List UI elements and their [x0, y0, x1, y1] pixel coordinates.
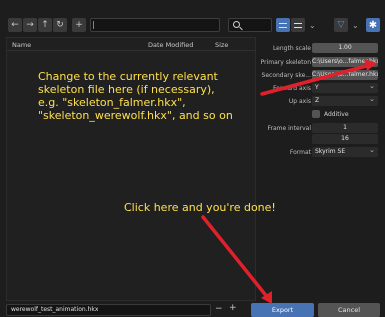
- skeleton-annotation: Change to the currently relevant skeleto…: [38, 70, 233, 122]
- frame-interval-row: Frame interval 1: [258, 123, 385, 134]
- up-axis-label: Up axis: [288, 98, 311, 105]
- chevron-down-icon[interactable]: ⌄: [309, 21, 316, 30]
- decrement-filename-button[interactable]: −: [215, 304, 223, 314]
- back-icon[interactable]: ←: [8, 18, 22, 32]
- additive-checkbox[interactable]: [312, 110, 320, 118]
- annotation-line: skeleton file here (if necessary),: [38, 83, 215, 96]
- additive-row: Additive: [258, 109, 385, 120]
- secondary-skeleton-row: Secondary ske... C:\Users\o...falmer.hkx: [258, 70, 385, 81]
- export-button[interactable]: Export: [251, 303, 314, 317]
- export-options-panel: Length scale 1.00 Primary skeleton C:\Us…: [258, 37, 385, 301]
- format-row: Format Skyrim SE: [258, 147, 385, 158]
- additive-label[interactable]: Additive: [324, 111, 349, 118]
- length-scale-row: Length scale 1.00: [258, 43, 385, 54]
- secondary-skeleton-field[interactable]: C:\Users\o...falmer.hkx: [312, 70, 378, 80]
- length-scale-field[interactable]: 1.00: [312, 43, 378, 53]
- file-list-header: Name Date Modified Size: [7, 38, 255, 51]
- up-axis-select[interactable]: Z: [312, 96, 378, 106]
- primary-skeleton-field[interactable]: C:\Users\o...falmer.hkx: [312, 57, 378, 67]
- parent-directory-icon[interactable]: ↑: [38, 18, 52, 32]
- forward-axis-select[interactable]: Y: [312, 83, 378, 93]
- frame-interval-end-field[interactable]: 16: [312, 134, 378, 144]
- annotation-line: "skeleton_werewolf.hkx", and so on: [38, 109, 233, 122]
- annotation-line: e.g. "skeleton_falmer.hkx",: [38, 96, 186, 109]
- forward-icon[interactable]: →: [23, 18, 37, 32]
- annotation-line: Change to the currently relevant: [38, 70, 218, 83]
- format-label: Format: [289, 149, 311, 156]
- list-view-icon[interactable]: [276, 18, 290, 32]
- primary-skeleton-label: Primary skeleton: [260, 59, 311, 66]
- export-annotation: Click here and you're done!: [124, 201, 276, 214]
- increment-filename-button[interactable]: +: [229, 303, 237, 313]
- forward-axis-label: Forward axis: [272, 85, 311, 92]
- column-name[interactable]: Name: [12, 41, 31, 49]
- filter-icon[interactable]: ▽: [334, 18, 348, 32]
- gear-icon[interactable]: ✱: [366, 18, 380, 32]
- thumbnail-view-icon[interactable]: [291, 18, 305, 32]
- forward-axis-row: Forward axis Y: [258, 83, 385, 94]
- frame-interval-start-field[interactable]: 1: [312, 123, 378, 133]
- frame-interval-label: Frame interval: [267, 125, 311, 132]
- chevron-down-icon[interactable]: ⌄: [352, 21, 359, 30]
- frame-interval-end-row: 16: [258, 134, 385, 145]
- column-date-modified[interactable]: Date Modified: [148, 41, 193, 49]
- filename-input[interactable]: werewolf_test_animation.hkx: [6, 304, 211, 316]
- up-axis-row: Up axis Z: [258, 96, 385, 107]
- cancel-button[interactable]: Cancel: [318, 303, 380, 317]
- secondary-skeleton-label: Secondary ske...: [261, 72, 311, 79]
- file-export-dialog: ← → ↑ ↻ + ⌄ ▽ ⌄ ✱ Name Date Modified Siz…: [0, 0, 385, 317]
- format-select[interactable]: Skyrim SE: [312, 147, 378, 157]
- column-size[interactable]: Size: [215, 41, 228, 49]
- new-folder-icon[interactable]: +: [72, 18, 86, 32]
- directory-path-input[interactable]: [90, 18, 220, 32]
- refresh-icon[interactable]: ↻: [53, 18, 67, 32]
- toolbar: ← → ↑ ↻ + ⌄ ▽ ⌄ ✱: [0, 0, 385, 36]
- primary-skeleton-row: Primary skeleton C:\Users\o...falmer.hkx: [258, 57, 385, 68]
- length-scale-label: Length scale: [272, 45, 311, 52]
- search-input[interactable]: [228, 18, 272, 32]
- search-icon: [233, 21, 240, 28]
